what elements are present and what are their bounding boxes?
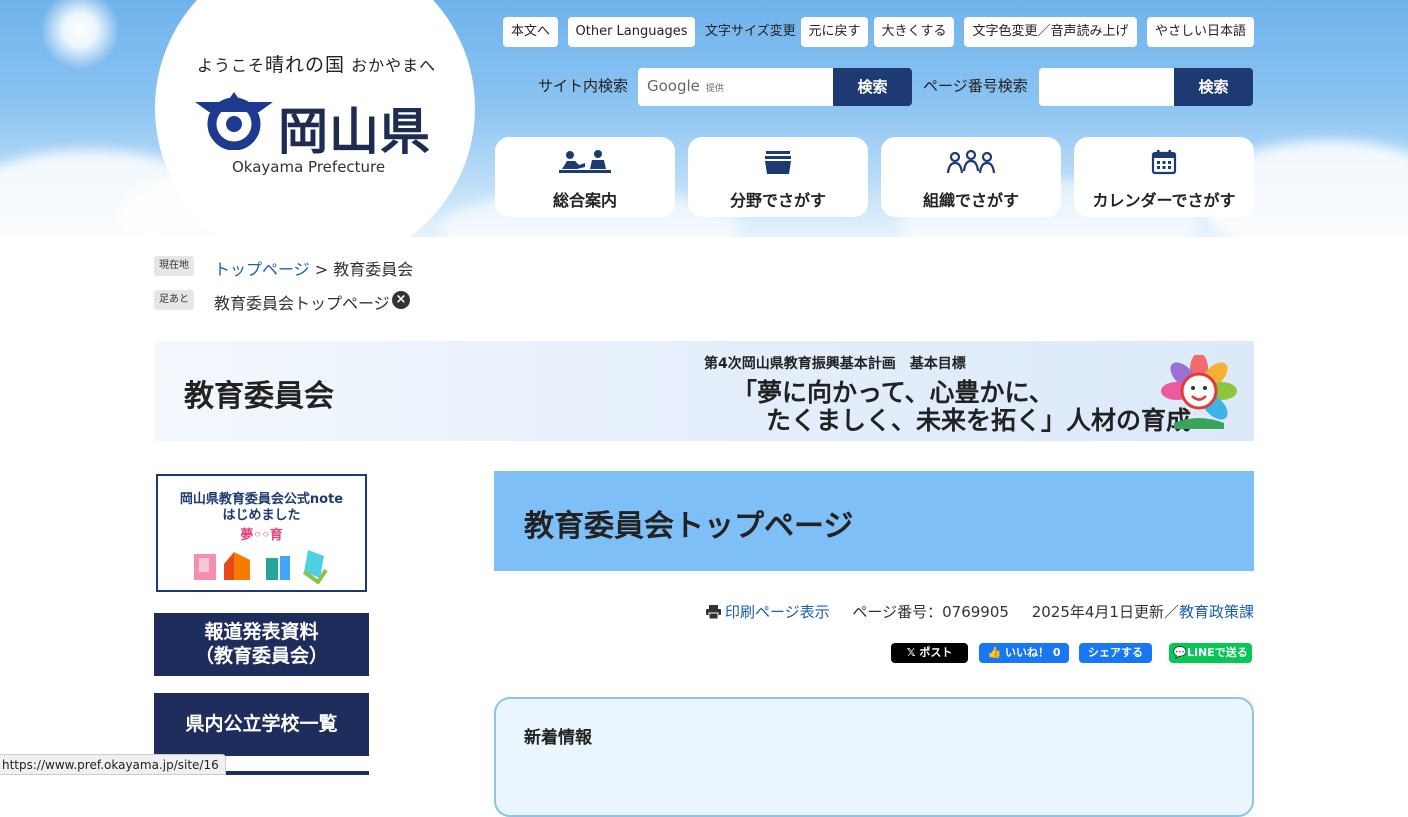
reception-icon (559, 150, 611, 173)
site-search-button[interactable]: 検索 (833, 68, 912, 106)
page-number-search-label: ページ番号検索 (923, 77, 1028, 95)
color-voice-button[interactable]: 文字色変更／音声読み上げ (964, 17, 1137, 47)
welcome-text: ようこそ晴れの国 おかやまへ (197, 54, 437, 76)
yume-iku-logo: 夢◦◦育 (240, 528, 283, 543)
prefecture-name-en: Okayama Prefecture (232, 158, 386, 176)
banner-goal-line2: たくましく、未来を拓く」人材の育成 (766, 406, 1192, 435)
press-release-button[interactable]: 報道発表資料 （教育委員会） (154, 613, 369, 676)
sun-glare (40, 0, 120, 70)
nav-general-guide[interactable]: 総合案内 (495, 137, 675, 217)
google-label: Google 提供 (647, 77, 724, 95)
site-header: ようこそ晴れの国 おかやまへ 岡山県 Okayama Prefecture 本文… (0, 0, 1408, 237)
other-languages-button[interactable]: Other Languages (568, 17, 695, 47)
updated-date: 2025年4月1日更新／ (1031, 603, 1179, 621)
nav-by-organization[interactable]: 組織でさがす (881, 137, 1061, 217)
page-title: 教育委員会トップページ (524, 509, 854, 544)
facebook-like-button[interactable]: 👍 いいね！ 0 (979, 643, 1069, 663)
nav-by-field[interactable]: 分野でさがす (688, 137, 868, 217)
prefecture-name: 岡山県 (278, 103, 431, 161)
status-bar-url: https://www.pref.okayama.jp/site/16 (0, 754, 226, 775)
page-number: ページ番号：0769905 (852, 603, 1009, 621)
section-banner: 教育委員会 第4次岡山県教育振興基本計画 基本目標 「夢に向かって、心豊かに、 … (154, 341, 1254, 441)
nav-by-calendar[interactable]: カレンダーでさがす (1074, 137, 1254, 217)
history-tag: 足あと (154, 290, 194, 310)
note-official-banner[interactable]: 岡山県教育委員会公式note はじめました 夢◦◦育 (156, 474, 367, 592)
prefecture-emblem-icon (195, 92, 273, 150)
breadcrumb-current: 教育委員会 (333, 260, 414, 279)
tray-icon (765, 151, 791, 174)
nav-label: 組織でさがす (922, 191, 1019, 210)
nav-label: 総合案内 (552, 191, 617, 210)
news-section: 新着情報 (494, 697, 1254, 817)
page-title-box: 教育委員会トップページ (494, 471, 1254, 571)
history-item[interactable]: 教育委員会トップページ (214, 290, 390, 314)
font-larger-button[interactable]: 大きくする (874, 17, 954, 47)
news-title: 新着情報 (524, 728, 592, 748)
breadcrumb-top-link[interactable]: トップページ (214, 260, 310, 279)
skip-to-content-button[interactable]: 本文へ (503, 17, 558, 47)
line-share-button[interactable]: 💬LINEで送る (1169, 643, 1252, 663)
breadcrumb: トップページ > 教育委員会 (214, 260, 414, 279)
page-number-input[interactable] (1039, 68, 1174, 106)
department-link[interactable]: 教育政策課 (1179, 603, 1254, 621)
page-number-search-button[interactable]: 検索 (1174, 68, 1253, 106)
books-illustration-icon (194, 550, 328, 584)
x-post-button[interactable]: 𝕏 ポスト (891, 643, 968, 663)
facebook-share-button[interactable]: シェアする (1079, 643, 1152, 663)
font-reset-button[interactable]: 元に戻す (801, 17, 868, 47)
easy-japanese-button[interactable]: やさしい日本語 (1147, 17, 1254, 47)
printer-icon[interactable] (705, 605, 721, 619)
public-schools-list-button[interactable]: 県内公立学校一覧 (154, 693, 369, 756)
print-page-link[interactable]: 印刷ページ表示 (725, 603, 830, 621)
page-meta: 印刷ページ表示 ページ番号：0769905 2025年4月1日更新／教育政策課 (705, 601, 1254, 622)
people-icon (946, 149, 996, 174)
banner-subtitle: 第4次岡山県教育振興基本計画 基本目標 (704, 356, 966, 372)
site-search-label: サイト内検索 (538, 77, 629, 95)
close-icon[interactable]: × (392, 291, 410, 309)
banner-title: 教育委員会 (184, 379, 334, 414)
current-location-tag: 現在地 (154, 256, 194, 276)
flower-mascot-icon (1161, 355, 1237, 429)
nav-label: カレンダーでさがす (1092, 191, 1236, 210)
note-banner-line2: はじめました (222, 508, 301, 523)
calendar-icon (1151, 150, 1177, 175)
font-size-label: 文字サイズ変更 (705, 24, 796, 39)
nav-label: 分野でさがす (729, 191, 826, 210)
